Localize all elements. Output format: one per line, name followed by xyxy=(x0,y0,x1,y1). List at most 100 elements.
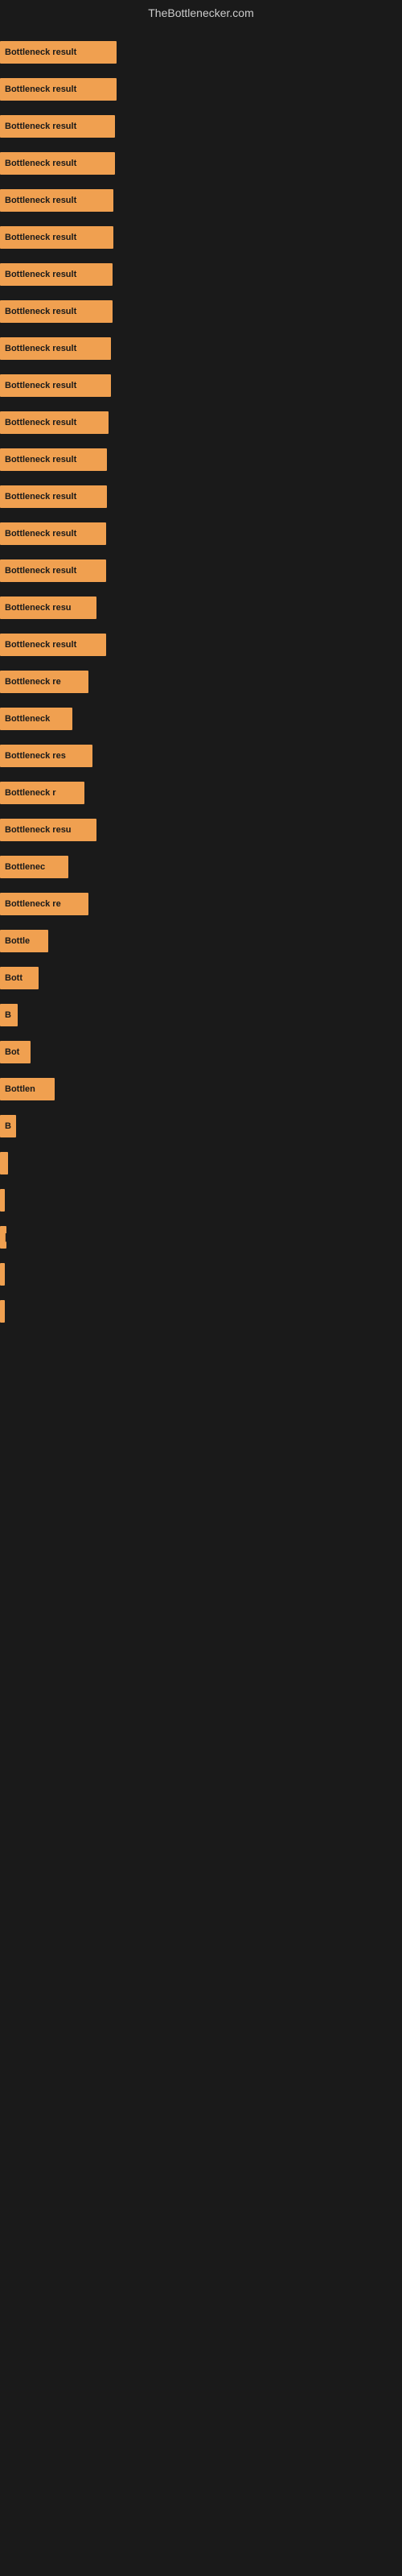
bar-label: Bott xyxy=(5,973,23,983)
bar-row: Bottle xyxy=(0,923,402,960)
bottleneck-bar: Bottleneck re xyxy=(0,671,88,693)
bar-label: Bottleneck result xyxy=(5,418,76,427)
bar-row: Bottlen xyxy=(0,1071,402,1108)
bar-label: Bottleneck r xyxy=(5,788,56,798)
bottleneck-bar: Bottleneck result xyxy=(0,374,111,397)
bar-row xyxy=(0,1256,402,1293)
bar-row: B xyxy=(0,1108,402,1145)
bottleneck-bar: Bottleneck re xyxy=(0,893,88,915)
bar-row: Bottleneck result xyxy=(0,108,402,145)
bottleneck-bar: | xyxy=(0,1226,6,1249)
bar-label: B xyxy=(5,1121,11,1131)
bar-label: Bottleneck resu xyxy=(5,825,72,835)
bottleneck-bar xyxy=(0,1189,5,1212)
bottleneck-bar xyxy=(0,1152,8,1174)
bar-label: Bottleneck result xyxy=(5,122,76,131)
bar-row: Bottleneck resu xyxy=(0,589,402,626)
bar-row: Bottleneck result xyxy=(0,404,402,441)
bottleneck-bar xyxy=(0,1300,5,1323)
bar-label: Bottleneck result xyxy=(5,344,76,353)
bar-label: Bottleneck result xyxy=(5,270,76,279)
bottleneck-bar: Bottleneck resu xyxy=(0,819,96,841)
bar-row: Bottleneck resu xyxy=(0,811,402,848)
bottleneck-bar: Bottleneck result xyxy=(0,337,111,360)
bar-label: Bottleneck re xyxy=(5,899,61,909)
bar-row: Bottleneck result xyxy=(0,34,402,71)
bar-row: Bottleneck result xyxy=(0,71,402,108)
bottleneck-bar: B xyxy=(0,1004,18,1026)
bar-label: Bottleneck re xyxy=(5,677,61,687)
bottleneck-bar: Bottleneck result xyxy=(0,634,106,656)
bar-label: Bottlen xyxy=(5,1084,35,1094)
bar-row: Bottleneck re xyxy=(0,886,402,923)
bottleneck-bar: Bottleneck xyxy=(0,708,72,730)
bar-row: Bottleneck result xyxy=(0,367,402,404)
bottleneck-bar: Bottleneck result xyxy=(0,263,113,286)
bar-label: B xyxy=(5,1010,11,1020)
bottleneck-bar: Bottleneck result xyxy=(0,189,113,212)
bar-row: Bottleneck result xyxy=(0,219,402,256)
bottleneck-bar: Bottleneck result xyxy=(0,115,115,138)
bar-row xyxy=(0,1182,402,1219)
bar-label: Bottlenec xyxy=(5,862,45,872)
bottleneck-bar: Bottlenec xyxy=(0,856,68,878)
bottleneck-bar: Bottleneck result xyxy=(0,485,107,508)
bottleneck-bar: Bottleneck result xyxy=(0,522,106,545)
bar-row: Bottleneck res xyxy=(0,737,402,774)
bar-label: Bottleneck result xyxy=(5,47,76,57)
bar-row: Bottleneck result xyxy=(0,182,402,219)
bottleneck-bar: Bottlen xyxy=(0,1078,55,1100)
site-title: TheBottlenecker.com xyxy=(148,6,254,19)
bar-row: Bottleneck result xyxy=(0,293,402,330)
bar-row: | xyxy=(0,1219,402,1256)
bottleneck-bar xyxy=(0,1263,5,1286)
bar-label: Bottleneck result xyxy=(5,455,76,464)
bar-label: Bot xyxy=(5,1047,19,1057)
bar-label: Bottleneck res xyxy=(5,751,66,761)
bar-label: | xyxy=(5,1232,6,1242)
bottleneck-bar: Bottleneck result xyxy=(0,78,117,101)
bottleneck-bar: Bottleneck r xyxy=(0,782,84,804)
bottleneck-bar: B xyxy=(0,1115,16,1137)
bar-row xyxy=(0,1293,402,1330)
bars-container: Bottleneck result Bottleneck result Bottle… xyxy=(0,26,402,1338)
bar-row: Bottleneck xyxy=(0,700,402,737)
bar-label: Bottleneck result xyxy=(5,85,76,94)
bottleneck-bar: Bottleneck res xyxy=(0,745,92,767)
bar-row: Bottleneck result xyxy=(0,515,402,552)
bar-row xyxy=(0,1145,402,1182)
bar-label: Bottleneck result xyxy=(5,307,76,316)
bar-label: Bottleneck result xyxy=(5,233,76,242)
bar-row: Bottleneck result xyxy=(0,552,402,589)
bar-row: Bottleneck result xyxy=(0,441,402,478)
bottleneck-bar: Bott xyxy=(0,967,39,989)
bar-row: Bottleneck result xyxy=(0,145,402,182)
bar-label: Bottle xyxy=(5,936,30,946)
bar-row: Bottleneck r xyxy=(0,774,402,811)
bar-label: Bottleneck result xyxy=(5,640,76,650)
bar-row: Bottleneck result xyxy=(0,330,402,367)
bottleneck-bar: Bottle xyxy=(0,930,48,952)
bar-row: Bottleneck re xyxy=(0,663,402,700)
bottleneck-bar: Bottleneck resu xyxy=(0,597,96,619)
bar-row: Bott xyxy=(0,960,402,997)
bottleneck-bar: Bottleneck result xyxy=(0,41,117,64)
bar-row: B xyxy=(0,997,402,1034)
bottleneck-bar: Bottleneck result xyxy=(0,559,106,582)
bottleneck-bar: Bottleneck result xyxy=(0,152,115,175)
bar-label: Bottleneck resu xyxy=(5,603,72,613)
bar-label: Bottleneck result xyxy=(5,492,76,502)
bottleneck-bar: Bottleneck result xyxy=(0,226,113,249)
bottleneck-bar: Bottleneck result xyxy=(0,448,107,471)
bar-label: Bottleneck xyxy=(5,714,50,724)
bar-label: Bottleneck result xyxy=(5,381,76,390)
bar-label: Bottleneck result xyxy=(5,196,76,205)
bottleneck-bar: Bottleneck result xyxy=(0,411,109,434)
bar-row: Bottleneck result xyxy=(0,478,402,515)
bottleneck-bar: Bottleneck result xyxy=(0,300,113,323)
bar-label: Bottleneck result xyxy=(5,566,76,576)
bar-row: Bot xyxy=(0,1034,402,1071)
bar-row: Bottleneck result xyxy=(0,256,402,293)
bottleneck-bar: Bot xyxy=(0,1041,31,1063)
bar-row: Bottleneck result xyxy=(0,626,402,663)
